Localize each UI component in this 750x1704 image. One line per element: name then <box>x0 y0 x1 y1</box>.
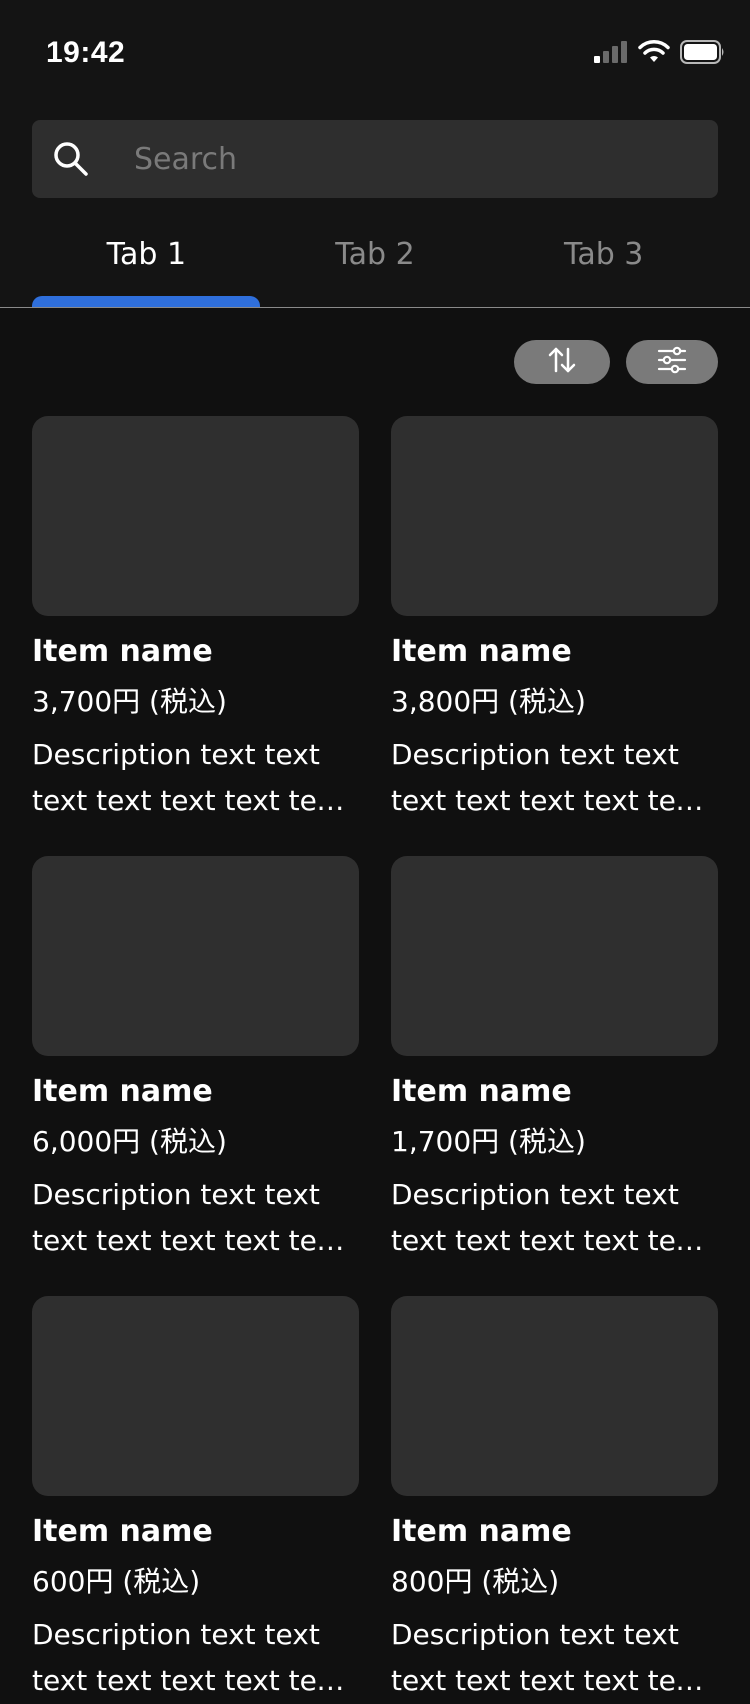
product-name: Item name <box>391 1074 572 1109</box>
search-bar[interactable] <box>32 120 718 198</box>
product-name: Item name <box>32 1514 213 1549</box>
product-name: Item name <box>32 1074 213 1109</box>
product-card[interactable]: Item name 600円 (税込) Description text tex… <box>32 1296 359 1697</box>
search-icon <box>52 140 90 178</box>
product-description: Description text text text text text tex… <box>391 738 703 817</box>
status-time: 19:42 <box>46 36 126 69</box>
sort-icon <box>547 345 577 379</box>
product-name: Item name <box>391 1514 572 1549</box>
search-input[interactable] <box>134 120 694 198</box>
product-price: 1,700円 (税込) <box>391 1125 586 1158</box>
product-card[interactable]: Item name 3,800円 (税込) Description text t… <box>391 416 718 817</box>
product-grid: Item name 3,700円 (税込) Description text t… <box>32 416 718 1697</box>
product-card[interactable]: Item name 3,700円 (税込) Description text t… <box>32 416 359 817</box>
wifi-icon <box>638 40 670 68</box>
product-image <box>32 856 359 1056</box>
tab-2[interactable]: Tab 2 <box>261 222 490 308</box>
status-bar: 19:42 <box>0 0 750 90</box>
product-name: Item name <box>32 634 213 669</box>
product-card[interactable]: Item name 6,000円 (税込) Description text t… <box>32 856 359 1257</box>
product-card[interactable]: Item name 1,700円 (税込) Description text t… <box>391 856 718 1257</box>
filter-icon <box>657 346 687 378</box>
product-image <box>32 416 359 616</box>
tab-divider <box>0 307 750 308</box>
product-price: 3,700円 (税込) <box>32 685 227 718</box>
product-image <box>32 1296 359 1496</box>
product-card[interactable]: Item name 800円 (税込) Description text tex… <box>391 1296 718 1697</box>
product-name: Item name <box>391 634 572 669</box>
product-description: Description text text text text text tex… <box>32 738 344 817</box>
cellular-signal-icon <box>594 41 628 67</box>
product-description: Description text text text text text tex… <box>391 1618 703 1697</box>
status-icons <box>594 40 726 68</box>
sort-button[interactable] <box>514 340 610 384</box>
product-description: Description text text text text text tex… <box>32 1178 344 1257</box>
battery-icon <box>680 40 726 68</box>
filter-button[interactable] <box>626 340 718 384</box>
product-image <box>391 416 718 616</box>
product-description: Description text text text text text tex… <box>32 1618 344 1697</box>
product-price: 6,000円 (税込) <box>32 1125 227 1158</box>
product-description: Description text text text text text tex… <box>391 1178 703 1257</box>
product-image <box>391 1296 718 1496</box>
product-price: 3,800円 (税込) <box>391 685 586 718</box>
tab-3[interactable]: Tab 3 <box>489 222 718 308</box>
product-price: 600円 (税込) <box>32 1565 201 1598</box>
product-price: 800円 (税込) <box>391 1565 560 1598</box>
product-image <box>391 856 718 1056</box>
